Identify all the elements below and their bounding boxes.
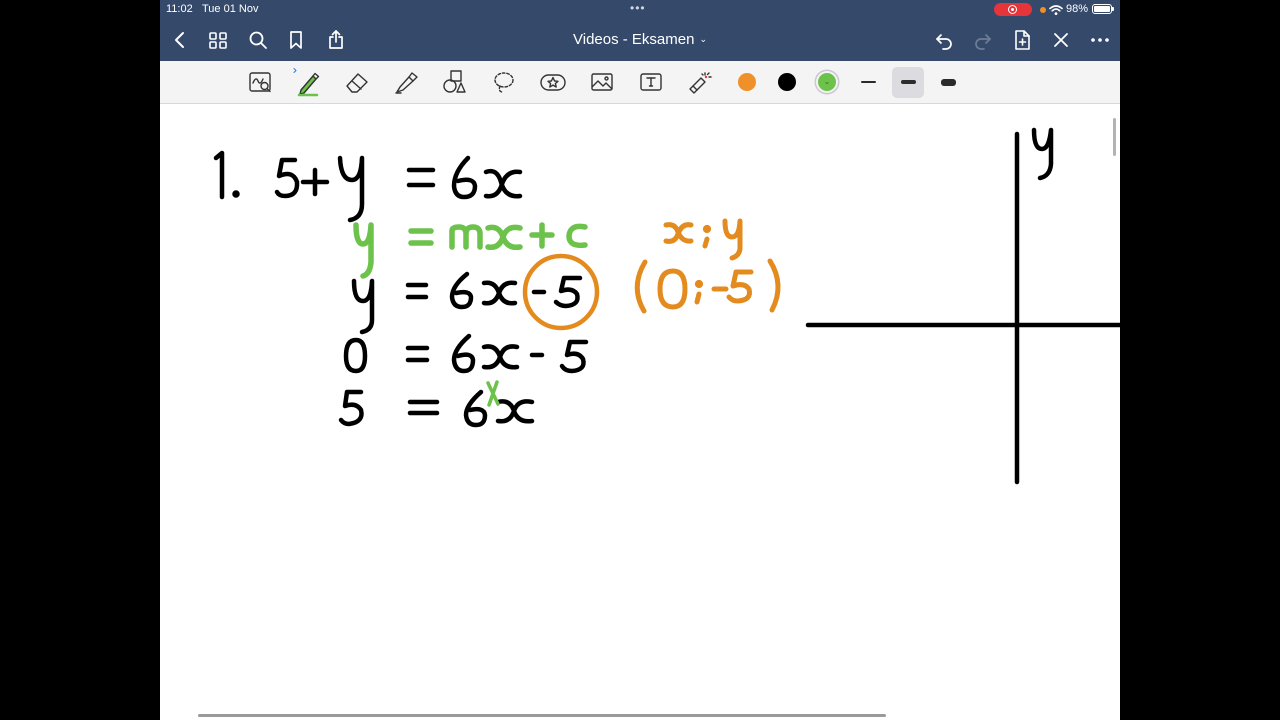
goodnotes-window: 11:02 Tue 01 Nov ••• 98% Videos - Eksame… xyxy=(160,0,1120,720)
back-chevron-icon[interactable] xyxy=(168,28,192,52)
ink-green-x xyxy=(486,380,500,407)
screen-recording-icon[interactable] xyxy=(994,3,1032,16)
redo-icon[interactable] xyxy=(971,28,995,52)
ink-line-4 xyxy=(343,333,589,374)
multitasking-dots-icon[interactable]: ••• xyxy=(630,1,646,15)
text-icon[interactable] xyxy=(636,67,666,97)
undo-icon[interactable] xyxy=(932,28,956,52)
ink-line-5 xyxy=(338,389,535,428)
stroke-thick-icon xyxy=(941,79,956,86)
status-bar: 11:02 Tue 01 Nov ••• 98% xyxy=(160,0,1120,20)
grid-icon[interactable] xyxy=(206,28,230,52)
close-icon[interactable] xyxy=(1049,28,1073,52)
shapes-icon[interactable] xyxy=(440,67,470,97)
document-title-button[interactable]: Videos - Eksamen ⌄ xyxy=(573,31,707,48)
chevron-down-icon: ⌄ xyxy=(699,34,707,44)
navigation-bar: Videos - Eksamen ⌄ xyxy=(160,20,1120,61)
microphone-indicator-icon xyxy=(1040,7,1046,13)
document-title-text: Videos - Eksamen xyxy=(573,31,695,48)
sticker-icon[interactable] xyxy=(538,67,568,97)
handwritten-ink xyxy=(213,127,1120,485)
horizontal-scrollbar[interactable] xyxy=(198,714,886,717)
search-icon[interactable] xyxy=(246,28,270,52)
stroke-thin-icon xyxy=(861,81,876,83)
note-canvas[interactable] xyxy=(160,104,1120,720)
color-black-swatch[interactable] xyxy=(778,73,796,91)
laser-pointer-icon[interactable] xyxy=(685,67,715,97)
battery-percentage: 98% xyxy=(1066,3,1089,15)
wifi-icon xyxy=(1049,5,1063,16)
ink-line-1 xyxy=(213,150,523,223)
chevron-down-icon: ⌄ xyxy=(823,77,831,86)
vertical-scrollbar[interactable] xyxy=(1113,118,1116,156)
stroke-thin-button[interactable] xyxy=(852,67,884,98)
stroke-thick-button[interactable] xyxy=(932,67,964,98)
image-icon[interactable] xyxy=(587,67,617,97)
stroke-medium-icon xyxy=(901,80,916,84)
status-date: Tue 01 Nov xyxy=(202,3,259,15)
bookmark-icon[interactable] xyxy=(284,28,308,52)
color-orange-swatch[interactable] xyxy=(738,73,756,91)
tool-bar: ⌄ xyxy=(160,61,1120,104)
more-icon[interactable] xyxy=(1088,28,1112,52)
color-green-swatch[interactable]: ⌄ xyxy=(818,73,836,91)
status-time: 11:02 xyxy=(166,3,193,15)
share-icon[interactable] xyxy=(324,28,348,52)
battery-icon xyxy=(1092,4,1114,14)
ink-y-axis-label xyxy=(1031,127,1054,181)
lasso-icon[interactable] xyxy=(489,67,519,97)
eraser-icon[interactable] xyxy=(342,67,372,97)
highlighter-icon[interactable] xyxy=(391,67,421,97)
ink-line-2 xyxy=(353,222,588,279)
ink-orange-coords xyxy=(634,218,781,314)
ink-axes xyxy=(805,127,1120,485)
add-page-icon[interactable] xyxy=(1010,28,1034,52)
stroke-medium-button[interactable] xyxy=(892,67,924,98)
pen-icon[interactable] xyxy=(293,67,323,97)
lasso-zoom-icon[interactable] xyxy=(245,67,275,97)
